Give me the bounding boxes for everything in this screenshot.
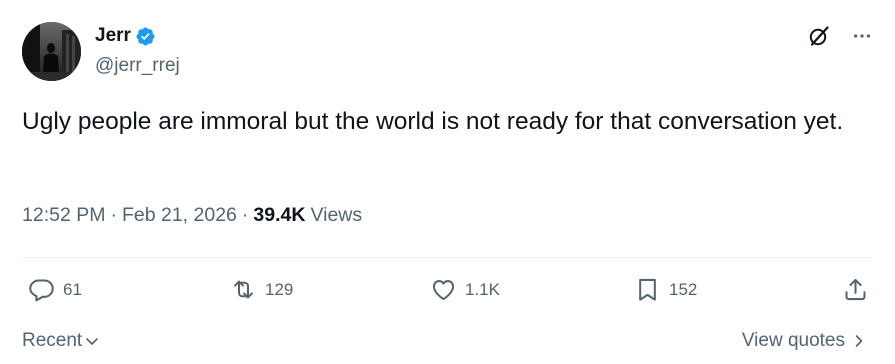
retweet-icon: [234, 280, 253, 299]
bookmark-count: 152: [669, 279, 698, 299]
meta-separator: ·: [110, 204, 117, 226]
retweet-count: 129: [265, 279, 294, 299]
share-button[interactable]: [842, 276, 869, 303]
view-quotes-link[interactable]: View quotes: [742, 330, 867, 352]
like-button[interactable]: 1.1K: [430, 276, 500, 303]
avatar[interactable]: [22, 22, 81, 81]
verified-badge-icon: [135, 26, 156, 47]
more-dots-icon[interactable]: [851, 25, 873, 52]
views-count[interactable]: 39.4K: [253, 204, 305, 227]
display-name[interactable]: Jerr: [95, 25, 131, 47]
tweet-time[interactable]: 12:52 PM: [22, 204, 105, 227]
like-count: 1.1K: [465, 279, 500, 299]
author-handle[interactable]: @jerr_rrej: [95, 55, 180, 77]
tweet-meta: 12:52 PM · Feb 21, 2026 · 39.4K Views: [22, 204, 362, 227]
profile-photo: [22, 22, 81, 81]
grok-slash-icon[interactable]: [807, 24, 831, 53]
author-name-row[interactable]: Jerr: [95, 25, 156, 47]
meta-separator: ·: [241, 204, 249, 226]
tweet-header-actions: [807, 24, 873, 53]
tweet-date[interactable]: Feb 21, 2026: [122, 204, 237, 227]
tweet-text: Ugly people are immoral but the world is…: [22, 108, 844, 135]
chevron-right-icon: [855, 335, 863, 347]
reply-count: 61: [63, 279, 82, 299]
heart-icon: [432, 280, 455, 301]
sort-label: Recent: [22, 330, 83, 351]
sort-dropdown[interactable]: Recent: [22, 330, 100, 352]
divider: [22, 257, 873, 258]
bookmark-icon: [639, 278, 656, 301]
share-icon: [845, 278, 866, 301]
bookmark-button[interactable]: 152: [634, 276, 697, 303]
retweet-button[interactable]: 129: [230, 276, 293, 303]
reply-icon: [29, 279, 54, 302]
chevron-down-icon: [86, 338, 99, 345]
view-quotes-label: View quotes: [741, 330, 845, 351]
action-bar: 61 129 1.1K 152: [22, 276, 873, 314]
reply-button[interactable]: 61: [28, 276, 82, 303]
views-label[interactable]: Views: [310, 204, 362, 227]
